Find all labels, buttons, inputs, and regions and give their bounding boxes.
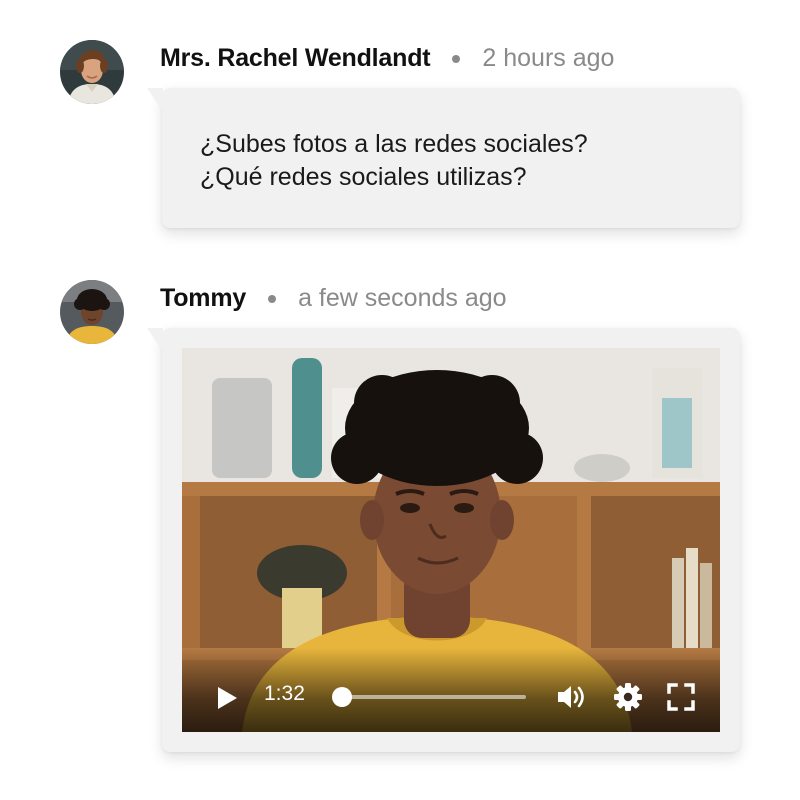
video-scrubber-handle[interactable] — [332, 687, 352, 707]
gear-icon[interactable] — [613, 682, 643, 712]
author-name[interactable]: Tommy — [160, 284, 246, 313]
video-player[interactable]: 1:32 — [182, 348, 720, 732]
separator-dot — [268, 294, 277, 303]
teacher-avatar-image — [60, 40, 124, 104]
timestamp: a few seconds ago — [298, 284, 507, 312]
fullscreen-icon[interactable] — [666, 682, 696, 712]
volume-icon[interactable] — [556, 683, 590, 711]
message-line: ¿Subes fotos a las redes sociales? — [200, 130, 588, 158]
comment-header: Tommy a few seconds ago — [160, 284, 507, 313]
avatar[interactable] — [60, 40, 124, 104]
message-text: ¿Subes fotos a las redes sociales? ¿Qué … — [200, 128, 588, 194]
student-avatar-image — [60, 280, 124, 344]
timestamp: 2 hours ago — [482, 44, 615, 72]
video-progress-bar[interactable] — [332, 687, 526, 707]
message-bubble: 1:32 — [147, 328, 740, 752]
message-bubble: ¿Subes fotos a las redes sociales? ¿Qué … — [147, 88, 740, 228]
message-line: ¿Qué redes sociales utilizas? — [200, 163, 527, 191]
separator-dot — [452, 54, 461, 63]
video-current-time: 1:32 — [264, 682, 305, 705]
avatar[interactable] — [60, 280, 124, 344]
play-icon[interactable] — [216, 686, 238, 710]
comment-header: Mrs. Rachel Wendlandt 2 hours ago — [160, 44, 614, 73]
author-name[interactable]: Mrs. Rachel Wendlandt — [160, 44, 431, 73]
video-controls: 1:32 — [182, 648, 720, 732]
comment-thread: Mrs. Rachel Wendlandt 2 hours ago ¿Subes… — [0, 0, 800, 800]
